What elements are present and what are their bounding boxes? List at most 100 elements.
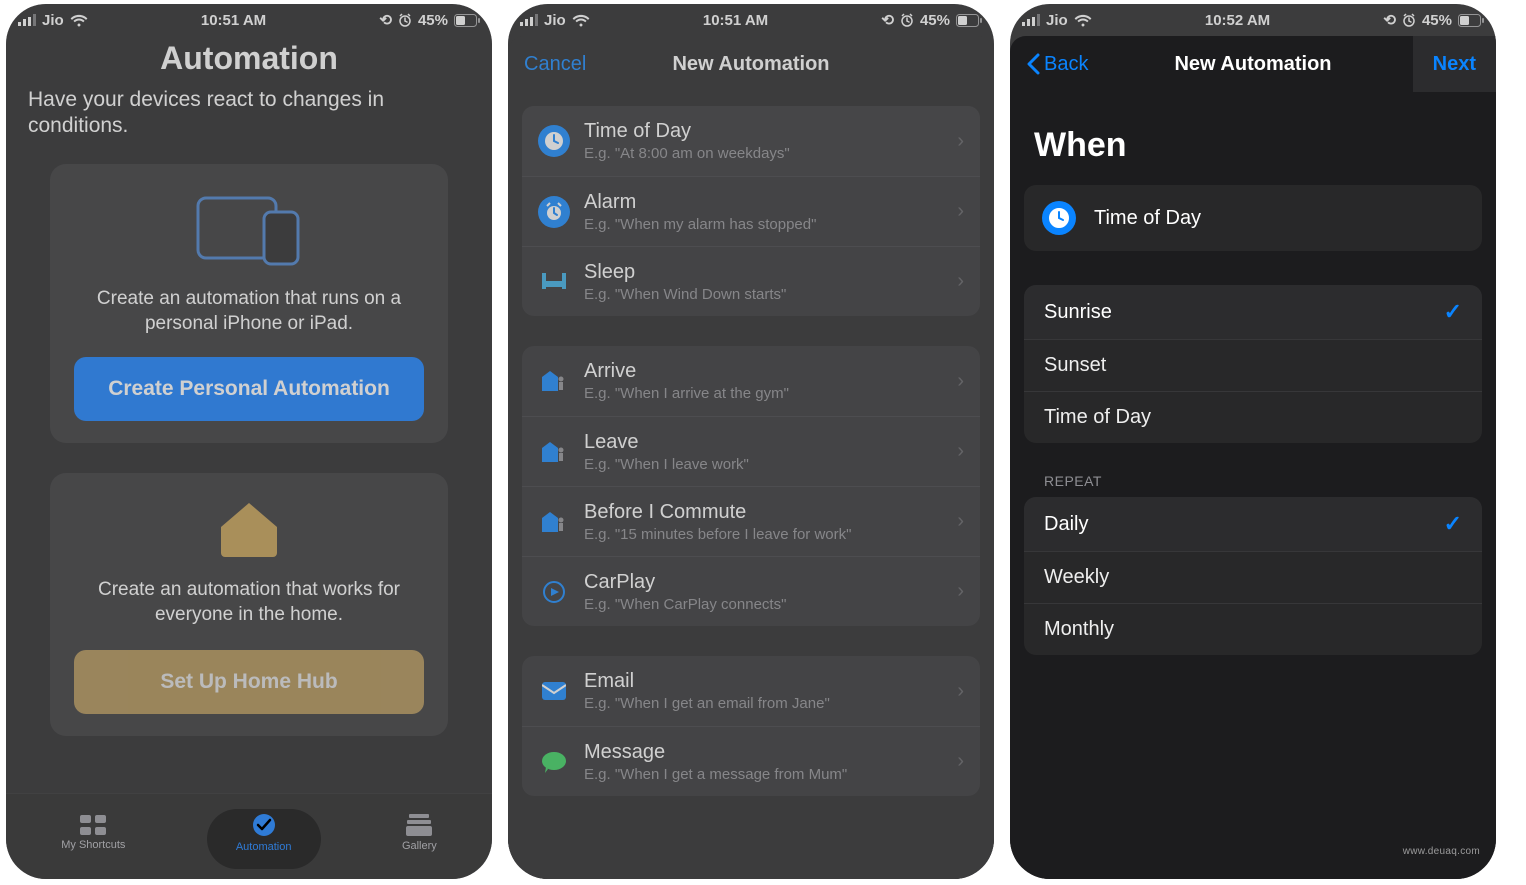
- alarm-icon: [398, 13, 412, 27]
- option-label: Monthly: [1044, 618, 1114, 641]
- alarm-icon: [1402, 13, 1416, 27]
- chevron-right-icon: ›: [957, 680, 964, 703]
- message-icon: [538, 746, 570, 778]
- home-automation-card: Create an automation that works for ever…: [50, 473, 448, 736]
- trigger-title: Alarm: [584, 191, 943, 214]
- trigger-row-alarm[interactable]: Alarm E.g. "When my alarm has stopped" ›: [522, 176, 980, 246]
- time-option-time-of-day[interactable]: Time of Day: [1024, 391, 1482, 443]
- automation-check-icon: [250, 813, 278, 837]
- trigger-subtitle: E.g. "When I get a message from Mum": [584, 766, 943, 783]
- battery-pct: 45%: [920, 13, 950, 28]
- trigger-title: Message: [584, 741, 943, 764]
- trigger-row-clock[interactable]: Time of Day E.g. "At 8:00 am on weekdays"…: [522, 106, 980, 176]
- repeat-option-daily[interactable]: Daily ✓: [1024, 497, 1482, 551]
- trigger-row-email[interactable]: Email E.g. "When I get an email from Jane…: [522, 656, 980, 726]
- clock-icon: [538, 125, 570, 157]
- clock-label: 10:51 AM: [201, 12, 266, 29]
- sheet-title: New Automation: [672, 53, 829, 76]
- screen-new-automation-list: Jio 10:51 AM ⟲ 45% Cancel New Automation…: [508, 4, 994, 879]
- chevron-left-icon: [1026, 53, 1040, 75]
- wifi-icon: [1074, 14, 1092, 27]
- battery-pct: 45%: [418, 13, 448, 28]
- sheet-nav: Cancel New Automation: [508, 36, 994, 92]
- time-options-group: Sunrise ✓ Sunset Time of Day: [1024, 285, 1482, 443]
- clock-label: 10:51 AM: [703, 12, 768, 29]
- commute-icon: [538, 506, 570, 538]
- modal-sheet: Cancel New Automation Time of Day E.g. "A…: [508, 36, 994, 879]
- time-of-day-summary[interactable]: Time of Day: [1024, 185, 1482, 251]
- repeat-heading: REPEAT: [1044, 473, 1482, 489]
- trigger-row-arrive[interactable]: ArriveE.g. "When I arrive at the gym"›: [522, 346, 980, 416]
- tab-automation[interactable]: Automation: [236, 813, 292, 853]
- personal-card-desc: Create an automation that runs on a pers…: [74, 286, 424, 337]
- next-button[interactable]: Next: [1413, 36, 1496, 92]
- battery-pct: 45%: [1422, 13, 1452, 28]
- signal-icon: [18, 14, 36, 26]
- back-button[interactable]: Back: [1026, 53, 1088, 76]
- sheet-nav: Back New Automation Next: [1010, 36, 1496, 92]
- time-option-sunrise[interactable]: Sunrise ✓: [1024, 285, 1482, 339]
- chevron-right-icon: ›: [957, 440, 964, 463]
- cancel-button[interactable]: Cancel: [524, 53, 586, 76]
- checkmark-icon: ✓: [1444, 299, 1462, 325]
- trigger-subtitle: E.g. "When I get an email from Jane": [584, 695, 943, 712]
- carplay-icon: [538, 576, 570, 608]
- trigger-subtitle: E.g. "When my alarm has stopped": [584, 216, 943, 233]
- trigger-title: Leave: [584, 431, 943, 454]
- time-option-sunset[interactable]: Sunset: [1024, 339, 1482, 391]
- checkmark-icon: ✓: [1444, 511, 1462, 537]
- trigger-subtitle: E.g. "15 minutes before I leave for work…: [584, 526, 943, 543]
- screen-automation-home: Jio 10:51 AM ⟲ 45% Automation Have your …: [6, 4, 492, 879]
- when-heading: When: [1024, 106, 1482, 185]
- chevron-right-icon: ›: [957, 370, 964, 393]
- create-personal-automation-button[interactable]: Create Personal Automation: [74, 357, 424, 421]
- trigger-row-commute[interactable]: Before I Commute E.g. "15 minutes before …: [522, 486, 980, 556]
- page-title: Automation: [6, 34, 492, 87]
- orientation-lock-icon: ⟲: [379, 13, 392, 28]
- repeat-option-weekly[interactable]: Weekly: [1024, 551, 1482, 603]
- status-bar: Jio 10:51 AM ⟲ 45%: [508, 4, 994, 34]
- tab-my-shortcuts[interactable]: My Shortcuts: [61, 815, 125, 851]
- leave-icon: [538, 436, 570, 468]
- carrier-label: Jio: [1046, 13, 1068, 28]
- battery-icon: [956, 14, 982, 27]
- option-label: Time of Day: [1044, 406, 1151, 429]
- trigger-subtitle: E.g. "When CarPlay connects": [584, 596, 943, 613]
- repeat-options-group: Daily ✓ Weekly Monthly: [1024, 497, 1482, 655]
- repeat-option-monthly[interactable]: Monthly: [1024, 603, 1482, 655]
- clock-label: 10:52 AM: [1205, 12, 1270, 29]
- trigger-row-leave[interactable]: Leave E.g. "When I leave work" ›: [522, 416, 980, 486]
- chevron-right-icon: ›: [957, 200, 964, 223]
- wifi-icon: [572, 14, 590, 27]
- tab-gallery[interactable]: Gallery: [402, 814, 437, 852]
- trigger-title: Time of Day: [584, 120, 943, 143]
- page-intro: Have your devices react to changes in co…: [6, 87, 492, 140]
- devices-icon: [74, 192, 424, 266]
- trigger-row-bed[interactable]: SleepE.g. "When Wind Down starts"›: [522, 246, 980, 316]
- trigger-subtitle: E.g. "When I leave work": [584, 456, 943, 473]
- trigger-row-message[interactable]: Message E.g. "When I get a message from M…: [522, 726, 980, 796]
- modal-sheet: Back New Automation Next When Time of Da…: [1010, 36, 1496, 879]
- watermark: www.deuaq.com: [1403, 846, 1480, 857]
- option-label: Daily: [1044, 513, 1088, 536]
- option-label: Weekly: [1044, 566, 1109, 589]
- arrive-icon: [538, 365, 570, 397]
- status-bar: Jio 10:51 AM ⟲ 45%: [6, 4, 492, 34]
- carrier-label: Jio: [42, 13, 64, 28]
- trigger-subtitle: E.g. "At 8:00 am on weekdays": [584, 145, 943, 162]
- trigger-title: Email: [584, 670, 943, 693]
- trigger-row-carplay[interactable]: CarPlay E.g. "When CarPlay connects" ›: [522, 556, 980, 626]
- chevron-right-icon: ›: [957, 750, 964, 773]
- setup-home-hub-button[interactable]: Set Up Home Hub: [74, 650, 424, 714]
- option-label: Sunrise: [1044, 301, 1112, 324]
- screen-new-automation-when: Jio 10:52 AM ⟲ 45% Back New Automation N…: [1010, 4, 1496, 879]
- trigger-title: Sleep: [584, 261, 943, 284]
- chevron-right-icon: ›: [957, 580, 964, 603]
- home-icon: [74, 501, 424, 557]
- bed-icon: [538, 266, 570, 298]
- chevron-right-icon: ›: [957, 510, 964, 533]
- trigger-title: CarPlay: [584, 571, 943, 594]
- trigger-title: Before I Commute: [584, 501, 943, 524]
- chevron-right-icon: ›: [957, 130, 964, 153]
- sheet-title: New Automation: [1174, 53, 1331, 76]
